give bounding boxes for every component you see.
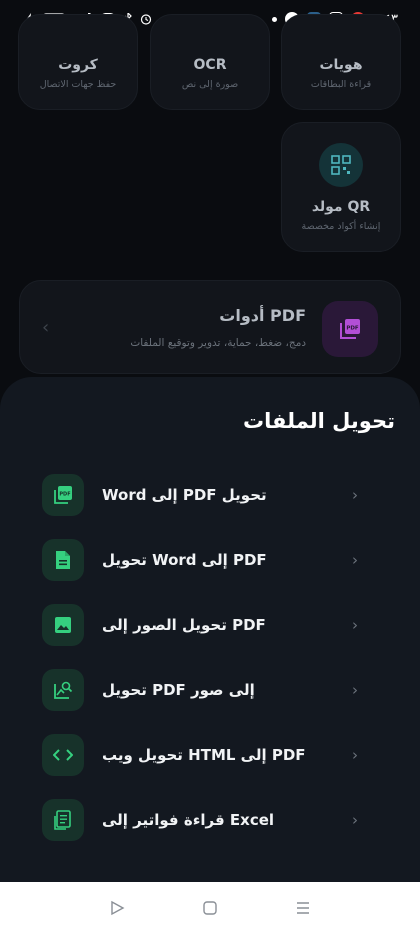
tile-subtitle: إنشاء أكواد مخصصة [301,221,381,232]
svg-text:PDF: PDF [346,326,359,332]
list-item-label: إلى صور PDF تحويل [102,681,255,699]
back-triangle-icon [110,900,125,915]
invoice-icon [42,799,84,841]
alarm-icon [140,13,152,25]
list-item-label: تحويل PDF إلى Word [102,486,267,504]
list-item-label: Excel قراءة فواتير إلى [102,811,275,829]
convert-files-sheet: تحويل الملفات PDF تحويل PDF إلى Word › P… [0,377,420,882]
chevron-right-icon: › [352,811,358,829]
list-item-label: PDF إلى Word تحويل [102,551,267,569]
tile-subtitle: قراءة البطاقات [310,79,372,90]
tile-title: هويات [319,57,363,73]
tile-subtitle: حفظ جهات الاتصال [39,79,117,90]
code-icon [42,734,84,776]
tile-subtitle: صورة إلى نص [181,79,239,90]
chevron-left-icon: ‹ [42,317,50,338]
list-item-invoices-to-excel[interactable]: Excel قراءة فواتير إلى › [40,798,380,842]
list-item-web-html-to-pdf[interactable]: PDF إلى HTML تحويل ويب › [40,733,380,777]
pdf-tools-title: أدوات PDF [219,306,306,325]
recents-button[interactable] [283,888,323,928]
pdf-stack-icon: PDF [322,301,378,357]
qr-code-icon [319,143,363,187]
tile-ids[interactable]: هويات قراءة البطاقات [281,14,401,110]
tile-title: كروت [58,57,98,73]
tile-ocr[interactable]: OCR صورة إلى نص [150,14,270,110]
list-item-images-to-pdf[interactable]: PDF تحويل الصور إلى › [40,603,380,647]
chevron-right-icon: › [352,681,358,699]
chevron-right-icon: › [352,486,358,504]
image-search-icon [42,669,84,711]
list-item-label: PDF تحويل الصور إلى [102,616,266,634]
list-item-label: PDF إلى HTML تحويل ويب [102,746,306,764]
list-item-pdf-to-images[interactable]: إلى صور PDF تحويل › [40,668,380,712]
chevron-right-icon: › [352,616,358,634]
notification-dot-icon [271,16,277,22]
chevron-right-icon: › [352,746,358,764]
tile-title: OCR [193,57,227,73]
back-button[interactable] [97,888,137,928]
svg-text:PDF: PDF [59,492,70,498]
pdf-tools-card[interactable]: PDF أدوات PDF دمج، ضغط، حماية، تدوير وتو… [19,280,401,374]
document-icon [42,539,84,581]
tile-qr-generator[interactable]: مولد QR إنشاء أكواد مخصصة [281,122,401,252]
menu-lines-icon [297,901,310,914]
pdf-tools-subtitle: دمج، ضغط، حماية، تدوير وتوقيع الملفات [130,337,306,349]
list-item-pdf-to-word[interactable]: PDF تحويل PDF إلى Word › [40,473,380,517]
chevron-right-icon: › [352,551,358,569]
list-item-pdf-word-convert[interactable]: PDF إلى Word تحويل › [40,538,380,582]
tile-cards[interactable]: كروت حفظ جهات الاتصال [18,14,138,110]
image-icon [42,604,84,646]
tile-title: مولد QR [311,199,371,215]
sheet-title: تحويل الملفات [243,409,395,433]
home-square-icon [203,900,217,915]
pdf-file-icon: PDF [42,474,84,516]
home-button[interactable] [190,888,230,928]
system-nav-bar [0,882,420,933]
